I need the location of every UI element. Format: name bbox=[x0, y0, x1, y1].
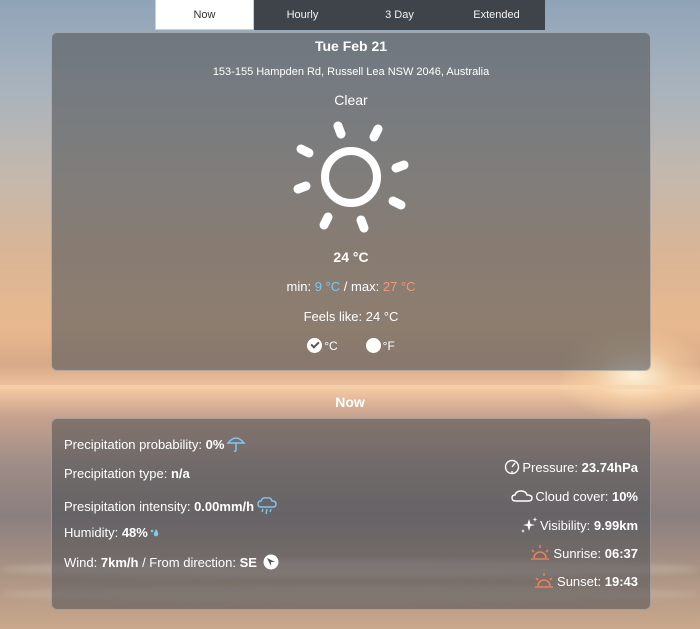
unit-fahrenheit-radio[interactable] bbox=[365, 338, 381, 353]
wind-direction-icon bbox=[263, 554, 279, 570]
pressure-label: Pressure: bbox=[522, 459, 578, 475]
sunrise-row: Sunrise: 06:37 bbox=[527, 544, 638, 562]
pressure-gauge-icon bbox=[504, 459, 520, 475]
humidity-label: Humidity: bbox=[64, 525, 119, 540]
sun-icon bbox=[293, 121, 409, 233]
details-card: Precipitation probability: 0% Precipitat… bbox=[51, 418, 651, 610]
sunset-value: 19:43 bbox=[604, 573, 638, 589]
date-heading: Tue Feb 21 bbox=[314, 38, 388, 54]
cloud-cover-value: 10% bbox=[611, 488, 638, 504]
min-label: min: bbox=[286, 279, 312, 294]
rain-cloud-icon bbox=[256, 495, 278, 517]
unit-celsius-option[interactable]: °C bbox=[307, 338, 338, 353]
water-drops-icon bbox=[150, 527, 160, 539]
sunrise-label: Sunrise: bbox=[553, 545, 602, 561]
tab-now[interactable]: Now bbox=[155, 0, 254, 30]
visibility-row: Visibility: 9.99km bbox=[518, 516, 638, 534]
unit-selector: °C °F bbox=[52, 338, 650, 353]
tab-3-day[interactable]: 3 Day bbox=[351, 0, 448, 30]
forecast-tabs: Now Hourly 3 Day Extended bbox=[155, 0, 545, 30]
humidity-value: 48% bbox=[121, 525, 148, 540]
weather-condition: Clear bbox=[334, 92, 368, 108]
humidity-row: Humidity: 48% bbox=[64, 525, 162, 540]
wind-row: Wind: 7km/h / From direction: SE bbox=[64, 554, 281, 570]
section-title: Now bbox=[335, 394, 365, 410]
precip-type-label: Precipitation type: bbox=[64, 466, 168, 481]
precip-intensity-label: Presipitation intensity: bbox=[64, 498, 191, 514]
visibility-label: Visibility: bbox=[539, 517, 591, 533]
sunset-icon bbox=[533, 572, 555, 590]
pressure-row: Pressure: 23.74hPa bbox=[502, 459, 638, 475]
unit-fahrenheit-label: °F bbox=[382, 338, 395, 353]
sunrise-value: 06:37 bbox=[604, 545, 638, 561]
precip-type-value: n/a bbox=[170, 466, 190, 481]
pressure-value: 23.74hPa bbox=[581, 459, 638, 475]
current-temperature: 24 °C bbox=[333, 249, 369, 265]
wind-label: Wind: bbox=[64, 554, 98, 570]
visibility-value: 9.99km bbox=[593, 517, 638, 533]
tab-extended[interactable]: Extended bbox=[448, 0, 545, 30]
location-address: 153-155 Hampden Rd, Russell Lea NSW 2046… bbox=[212, 66, 490, 78]
cloud-icon bbox=[511, 488, 534, 504]
wind-value: 7km/h bbox=[100, 554, 139, 570]
wind-direction-value: SE bbox=[239, 554, 257, 570]
unit-celsius-radio[interactable] bbox=[307, 338, 323, 353]
precip-intensity-row: Presipitation intensity: 0.00mm/h bbox=[64, 495, 280, 517]
cloud-cover-label: Cloud cover: bbox=[535, 488, 609, 504]
wind-direction-label: / From direction: bbox=[142, 554, 236, 570]
sunrise-icon bbox=[529, 544, 551, 562]
max-temperature: 27 °C bbox=[382, 279, 416, 294]
current-weather-card: Tue Feb 21 153-155 Hampden Rd, Russell L… bbox=[51, 32, 651, 371]
precip-type-row: Precipitation type: n/a bbox=[64, 466, 190, 481]
precip-probability-row: Precipitation probability: 0% bbox=[64, 435, 248, 453]
min-temperature: 9 °C bbox=[314, 279, 341, 294]
sunset-row: Sunset: 19:43 bbox=[531, 572, 638, 590]
min-max-temperature: min: 9 °C / max: 27 °C bbox=[52, 279, 650, 294]
unit-celsius-label: °C bbox=[324, 338, 338, 353]
background-horizon bbox=[0, 385, 700, 389]
sparkle-icon bbox=[520, 516, 538, 534]
sunset-label: Sunset: bbox=[557, 573, 602, 589]
tab-hourly[interactable]: Hourly bbox=[254, 0, 351, 30]
precip-intensity-value: 0.00mm/h bbox=[194, 498, 255, 514]
precip-probability-label: Precipitation probability: bbox=[64, 436, 203, 452]
feels-like-temperature: Feels like: 24 °C bbox=[303, 309, 399, 324]
min-max-separator: / bbox=[343, 279, 348, 294]
umbrella-icon bbox=[226, 435, 247, 453]
cloud-cover-row: Cloud cover: 10% bbox=[509, 488, 638, 504]
precip-probability-value: 0% bbox=[205, 436, 225, 452]
unit-fahrenheit-option[interactable]: °F bbox=[365, 338, 395, 353]
max-label: max: bbox=[351, 279, 380, 294]
